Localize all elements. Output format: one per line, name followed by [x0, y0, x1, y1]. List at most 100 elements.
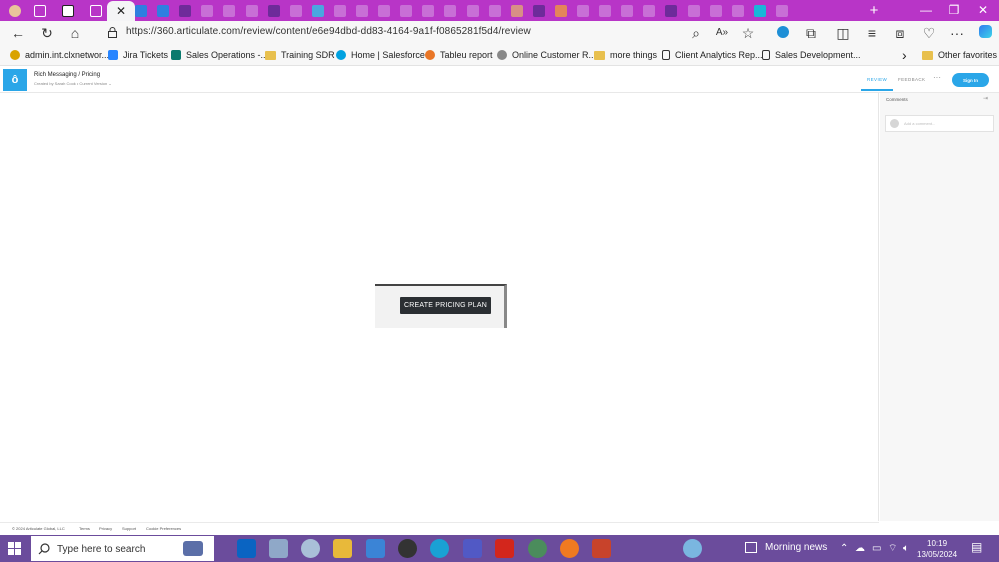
- articulate-logo[interactable]: ô: [3, 69, 27, 91]
- tab-feedback[interactable]: FEEDBACK: [898, 77, 925, 82]
- browser-tab[interactable]: [264, 2, 284, 19]
- browser-tab[interactable]: [463, 2, 483, 19]
- create-pricing-plan-button[interactable]: CREATE PRICING PLAN: [400, 297, 491, 314]
- browser-tab[interactable]: [374, 2, 394, 19]
- browser-tab[interactable]: [573, 2, 593, 19]
- battery-icon[interactable]: ▭: [872, 543, 881, 555]
- firefox-icon[interactable]: [560, 539, 579, 558]
- edge-icon[interactable]: [430, 539, 449, 558]
- acrobat-icon[interactable]: [495, 539, 514, 558]
- browser-tab[interactable]: [750, 2, 770, 19]
- cloud-icon[interactable]: ☁: [855, 543, 865, 555]
- browser-tab[interactable]: [507, 2, 527, 19]
- browser-tab[interactable]: [175, 2, 195, 19]
- other-favorites[interactable]: Other favorites: [922, 50, 997, 60]
- taskbar-search-box[interactable]: Type here to search: [31, 536, 214, 561]
- home-icon[interactable]: ⌂: [66, 25, 84, 41]
- browser-tab[interactable]: [728, 2, 748, 19]
- profile-avatar[interactable]: [5, 2, 25, 19]
- browser-tab[interactable]: [595, 2, 615, 19]
- browser-tab[interactable]: [706, 2, 726, 19]
- bookmark-sales-ops[interactable]: Sales Operations -...: [171, 50, 268, 60]
- volume-icon[interactable]: 🔈︎: [903, 543, 909, 555]
- browser-tab[interactable]: [440, 2, 460, 19]
- notifications-icon[interactable]: ▤: [971, 541, 982, 553]
- browser-tab[interactable]: [684, 2, 704, 19]
- browser-tab[interactable]: [308, 2, 328, 19]
- chat-app-icon[interactable]: [528, 539, 547, 558]
- browser-tab[interactable]: [396, 2, 416, 19]
- bookmark-salesforce[interactable]: Home | Salesforce: [336, 50, 425, 60]
- copilot-icon[interactable]: [976, 25, 994, 41]
- favorite-star-icon[interactable]: ☆: [739, 25, 757, 41]
- browser-tab[interactable]: [772, 2, 792, 19]
- page-icon[interactable]: [86, 2, 106, 19]
- browser-app-icon[interactable]: [301, 539, 320, 558]
- teams-icon[interactable]: [463, 539, 482, 558]
- restore-button[interactable]: ❐: [940, 3, 968, 17]
- browser-tab[interactable]: [330, 2, 350, 19]
- browser-tab[interactable]: [219, 2, 239, 19]
- browser-tab[interactable]: [551, 2, 571, 19]
- outlook-icon[interactable]: [237, 539, 256, 558]
- window-close-button[interactable]: ✕: [969, 3, 997, 17]
- bookmarks-overflow-chevron-icon[interactable]: ›: [902, 47, 907, 63]
- browser-tab[interactable]: [242, 2, 262, 19]
- tab-review[interactable]: REVIEW: [867, 77, 887, 82]
- browser-tab[interactable]: [617, 2, 637, 19]
- footer-link-terms[interactable]: Terms: [79, 526, 90, 531]
- footer-link-privacy[interactable]: Privacy: [99, 526, 112, 531]
- bookmark-more-things[interactable]: more things: [594, 50, 657, 60]
- browser-tab[interactable]: [418, 2, 438, 19]
- system-clock[interactable]: 10:19 13/05/2024: [917, 538, 957, 560]
- comment-input[interactable]: Add a comment...: [885, 115, 994, 132]
- minimize-button[interactable]: —: [912, 3, 940, 17]
- browser-tab[interactable]: [153, 2, 173, 19]
- bookmark-sales-development[interactable]: Sales Development...: [762, 50, 861, 60]
- new-tab-button[interactable]: +: [864, 2, 884, 19]
- browser-tab[interactable]: [197, 2, 217, 19]
- collapse-panel-icon[interactable]: ⇥: [983, 95, 988, 102]
- footer-link-support[interactable]: Support: [122, 526, 136, 531]
- settings-menu-icon[interactable]: ···: [948, 25, 966, 41]
- tab-actions-icon[interactable]: [58, 2, 78, 19]
- bookmark-admin[interactable]: admin.int.clxnetwor...: [10, 50, 109, 60]
- sign-in-button[interactable]: Sign In: [952, 73, 989, 87]
- refresh-icon[interactable]: ↻: [38, 25, 56, 41]
- url-text[interactable]: https://360.articulate.com/review/conten…: [126, 26, 531, 37]
- bookmark-client-analytics[interactable]: Client Analytics Rep...: [662, 50, 763, 60]
- extension-icon[interactable]: [774, 25, 792, 41]
- browser-essentials-icon[interactable]: ♡: [920, 25, 938, 41]
- news-widget[interactable]: Morning news: [745, 542, 827, 553]
- page-subtitle[interactable]: Created by Sarah Cook • Current Version …: [34, 81, 112, 86]
- windows-start-icon[interactable]: [8, 542, 21, 555]
- browser-tab[interactable]: [485, 2, 505, 19]
- lock-icon[interactable]: [108, 27, 117, 38]
- zoom-icon[interactable]: ⌕: [687, 25, 705, 41]
- browser-tab[interactable]: [131, 2, 151, 19]
- wifi-icon[interactable]: ⌔: [888, 543, 897, 555]
- bookmark-tableau[interactable]: Tableu report: [425, 50, 493, 60]
- browser-tab[interactable]: [661, 2, 681, 19]
- extensions-icon[interactable]: ⧉: [802, 25, 820, 41]
- help-icon[interactable]: [683, 539, 702, 558]
- bookmark-training[interactable]: Training SDR: [265, 50, 335, 60]
- back-icon[interactable]: ←: [9, 25, 27, 41]
- chrome-icon[interactable]: [398, 539, 417, 558]
- address-bar[interactable]: https://360.articulate.com/review/conten…: [100, 23, 765, 44]
- bookmark-online-customer[interactable]: Online Customer R...: [497, 50, 596, 60]
- favorites-icon[interactable]: ≡: [863, 25, 881, 41]
- workspaces-icon[interactable]: [30, 2, 50, 19]
- close-icon[interactable]: ✕: [116, 4, 126, 18]
- split-screen-icon[interactable]: ◫: [834, 25, 852, 41]
- browser-tab[interactable]: [286, 2, 306, 19]
- more-options-icon[interactable]: ···: [933, 73, 941, 82]
- people-app-icon[interactable]: [366, 539, 385, 558]
- chevron-up-icon[interactable]: ⌃: [840, 543, 848, 555]
- browser-tab[interactable]: [529, 2, 549, 19]
- powerpoint-icon[interactable]: [592, 539, 611, 558]
- footer-link-cookie-preferences[interactable]: Cookie Preferences: [146, 526, 181, 531]
- read-aloud-icon[interactable]: A»: [713, 25, 731, 41]
- notes-app-icon[interactable]: [269, 539, 288, 558]
- bookmark-jira[interactable]: Jira Tickets: [108, 50, 168, 60]
